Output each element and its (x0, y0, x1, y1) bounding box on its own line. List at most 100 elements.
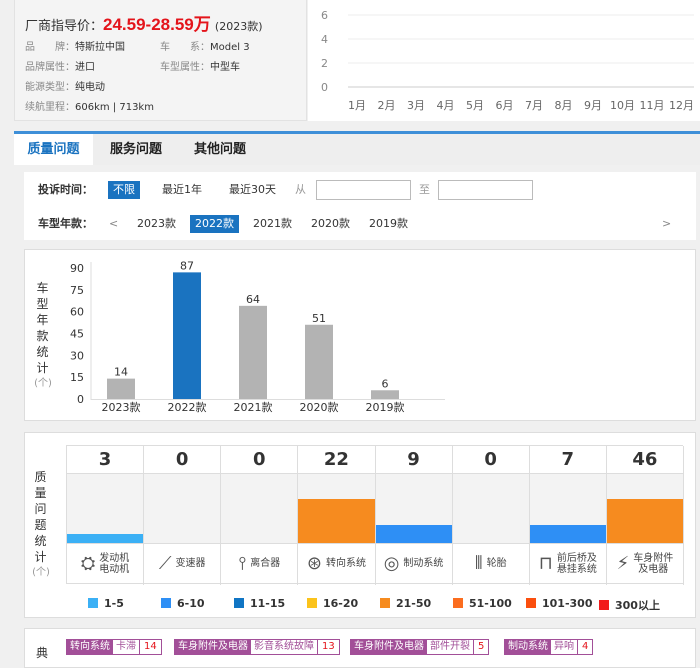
quality-bar (67, 534, 144, 543)
quality-item[interactable]: 0 ⟋ 变速器 (144, 446, 222, 585)
info-label: 能源类型： (25, 82, 75, 93)
x-tick: 2020款 (300, 400, 339, 414)
quality-name: 转向系统 (326, 558, 366, 569)
trend-x-tick: 9月 (584, 99, 602, 112)
brake-disc-icon: ◎ (383, 553, 400, 574)
legend-item: 51-100 (453, 597, 512, 610)
typical-tag[interactable]: 车身附件及电器 影音系统故障 13 (174, 639, 340, 655)
y-tick: 45 (70, 328, 84, 341)
quality-item[interactable]: 7 ⊓ 前后桥及 悬挂系统 (529, 446, 607, 585)
info-value: 进口 (75, 62, 95, 73)
axle-icon: ⊓ (538, 553, 553, 574)
trend-x-tick: 5月 (466, 99, 484, 112)
quality-bar (298, 499, 375, 543)
legend-label: 11-15 (250, 597, 286, 610)
tab-other[interactable]: 其他问题 (184, 134, 256, 165)
quality-bar-area (67, 474, 144, 544)
bar[interactable] (239, 305, 267, 399)
quality-name-line: 及电器 (638, 563, 669, 575)
year-option[interactable]: 2023款 (132, 215, 181, 233)
time-option-all[interactable]: 不限 (108, 181, 140, 199)
typical-title: 典 (36, 646, 49, 660)
trend-y-tick: 2 (321, 57, 328, 70)
steering-wheel-icon: ⊛ (306, 553, 322, 574)
bar[interactable] (173, 272, 201, 399)
typical-tag[interactable]: 转向系统 卡滞 14 (66, 639, 162, 655)
prev-year-button[interactable]: < (104, 215, 123, 233)
info-label: 品牌属性： (25, 62, 75, 73)
quality-count: 0 (144, 446, 221, 474)
vertical-label: 质量问题统计 (34, 470, 47, 564)
engine-icon: ⛭ (80, 553, 96, 574)
bar[interactable] (371, 390, 399, 399)
time-option-30d[interactable]: 最近30天 (224, 181, 281, 199)
info-row: 车 系：Model 3 (160, 38, 250, 53)
quality-bar-area (606, 474, 683, 544)
quality-item[interactable]: 0 ⫯ 离合器 (221, 446, 299, 585)
time-option-1y[interactable]: 最近1年 (157, 181, 207, 199)
info-label: 续航里程： (25, 102, 75, 113)
x-tick: 2022款 (168, 400, 207, 414)
typical-tag[interactable]: 制动系统 异响 4 (504, 639, 594, 655)
quality-bar-area (144, 474, 221, 544)
legend-label: 1-5 (104, 597, 124, 610)
quality-count: 7 (529, 446, 606, 474)
year-option[interactable]: 2020款 (306, 215, 355, 233)
year-option[interactable]: 2021款 (248, 215, 297, 233)
price-label: 厂商指导价： (25, 19, 104, 34)
legend-item: 16-20 (307, 597, 358, 610)
tag-count: 14 (144, 641, 157, 652)
legend-label: 51-100 (469, 597, 512, 610)
tab-quality[interactable]: 质量问题 (14, 134, 93, 165)
y-tick: 15 (70, 371, 84, 384)
date-to-input[interactable] (438, 180, 533, 200)
quality-count: 46 (606, 446, 683, 474)
next-year-button[interactable]: > (657, 215, 676, 233)
tag-count: 5 (478, 641, 485, 652)
quality-name-line: 悬挂系统 (556, 563, 597, 575)
tag-issue: 卡滞 (113, 640, 140, 654)
bar[interactable] (107, 378, 135, 399)
quality-item[interactable]: 22 ⊛ 转向系统 (298, 446, 376, 585)
tag-category: 车身附件及电器 (351, 640, 427, 654)
quality-name-line: 变速器 (175, 558, 206, 569)
date-from-input[interactable] (316, 180, 411, 200)
bar[interactable] (305, 324, 333, 399)
quality-name-line: 转向系统 (325, 558, 366, 569)
quality-item[interactable]: 46 ⚡ 车身附件 及电器 (606, 446, 684, 585)
quality-label: ⛭ 发动机 电动机 (67, 544, 143, 583)
quality-item[interactable]: 3 ⛭ 发动机 电动机 (67, 446, 145, 585)
info-value: 中型车 (210, 62, 240, 73)
quality-name: 发动机 电动机 (99, 553, 129, 575)
year-option[interactable]: 2022款 (190, 215, 239, 233)
legend-swatch (234, 598, 244, 608)
info-value: 纯电动 (75, 82, 105, 93)
quality-name-line: 前后桥及 (556, 552, 597, 564)
price-value: 24.59-28.59万 (103, 15, 211, 34)
trend-x-tick: 11月 (640, 99, 665, 112)
legend-label: 101-300 (542, 597, 593, 610)
quality-bar-area (298, 474, 375, 544)
quality-item[interactable]: 9 ◎ 制动系统 (375, 446, 453, 585)
quality-label: ⦀ 轮胎 (453, 544, 529, 583)
data-label: 14 (114, 366, 128, 379)
from-label: 从 (295, 183, 306, 196)
trend-x-tick: 6月 (496, 99, 514, 112)
quality-name-line: 电动机 (99, 563, 130, 575)
info-label: 品 牌： (25, 42, 75, 53)
x-tick: 2021款 (234, 400, 273, 414)
legend-label: 6-10 (177, 597, 205, 610)
data-label: 51 (312, 312, 326, 325)
typical-tag[interactable]: 车身附件及电器 部件开裂 5 (350, 639, 490, 655)
filter-panel: 投诉时间： 不限 最近1年 最近30天 从 至 车型年款： < 2023款 202… (24, 172, 696, 240)
year-chart-panel: 车型年款统计 (个) 90 75 60 45 30 15 0 14 2023款 87 2022款 64 2… (24, 249, 696, 421)
battery-icon: ⚡ (616, 553, 630, 574)
quality-bar-area (452, 474, 529, 544)
quality-item[interactable]: 0 ⦀ 轮胎 (452, 446, 530, 585)
quality-label: ⊓ 前后桥及 悬挂系统 (530, 544, 606, 583)
info-row: 品牌属性：进口 (25, 58, 95, 73)
price: 厂商指导价：24.59-28.59万 (2023款) (25, 10, 262, 35)
year-option[interactable]: 2019款 (364, 215, 413, 233)
tag-count: 13 (322, 641, 335, 652)
tab-service[interactable]: 服务问题 (100, 134, 172, 165)
